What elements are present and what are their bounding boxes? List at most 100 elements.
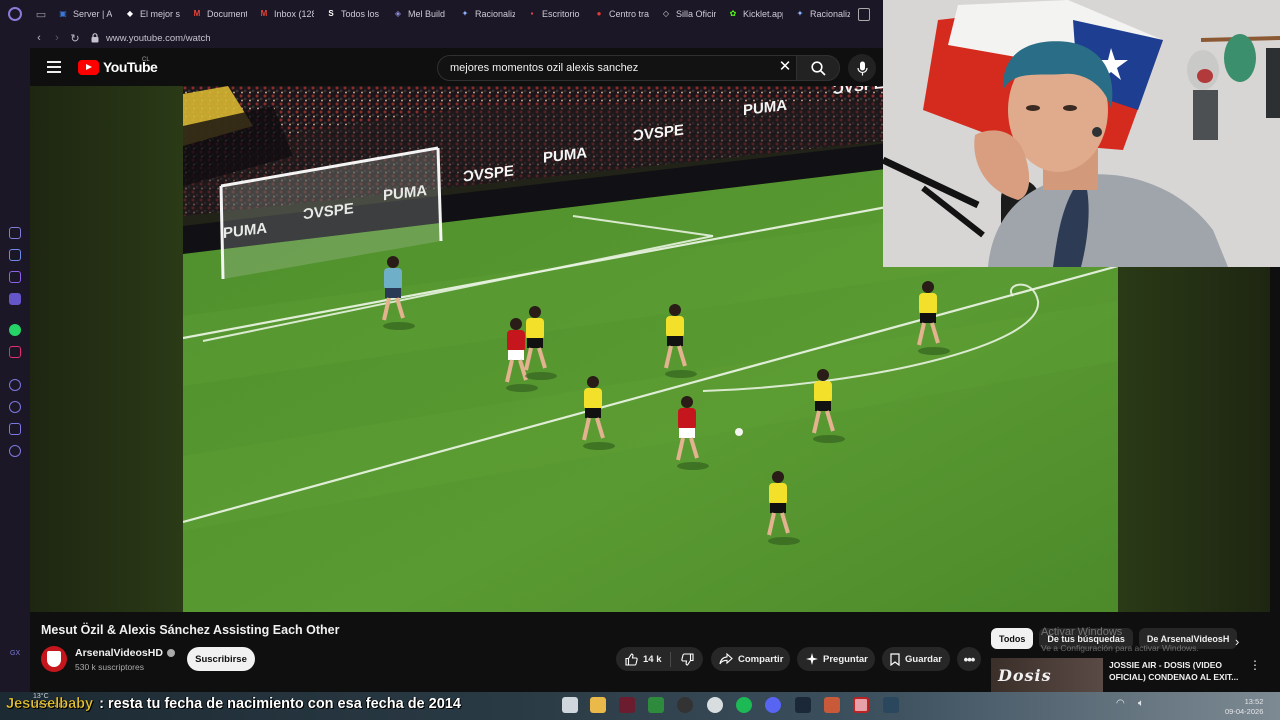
whatsapp-icon[interactable]	[9, 324, 21, 336]
dislike-button[interactable]	[671, 652, 703, 666]
search-input-value: mejores momentos ozil alexis sanchez	[450, 62, 639, 74]
discord-icon[interactable]	[9, 271, 21, 283]
opera-gx-logo-icon[interactable]	[0, 0, 30, 28]
tab-favicon-icon: ✿	[729, 9, 737, 18]
video-blur-left	[30, 86, 183, 612]
back-icon[interactable]: ‹	[30, 28, 48, 48]
channel-name[interactable]: ArsenalVideosHD	[75, 647, 175, 659]
voice-search-button[interactable]	[848, 54, 876, 82]
ask-label: Preguntar	[823, 653, 868, 665]
browser-tab[interactable]: ✦ Racionaliz	[789, 0, 856, 28]
browser-tab[interactable]: ▣ Server | A	[52, 0, 119, 28]
tab-favicon-icon: ◈	[394, 9, 402, 18]
tab-favicon-icon: S	[328, 9, 334, 18]
taskview-icon[interactable]	[562, 697, 578, 713]
address-bar: ‹ › ↻ www.youtube.com/watch	[0, 28, 883, 48]
search-button[interactable]	[796, 55, 840, 81]
chevron-right-icon[interactable]: ›	[1235, 634, 1239, 649]
like-dislike-group: 14 k	[616, 647, 703, 671]
steam-2-icon[interactable]	[883, 697, 899, 713]
share-button[interactable]: Compartir	[711, 647, 790, 671]
browser-tab[interactable]: ◇ Silla Oficir	[655, 0, 722, 28]
opera-icon[interactable]	[853, 697, 869, 713]
tab-favicon-icon: M	[260, 9, 268, 18]
chip-todos[interactable]: Todos	[991, 628, 1034, 649]
browser-tab[interactable]: ◆ El mejor s	[119, 0, 186, 28]
browser-tab[interactable]: S Todos los	[320, 0, 387, 28]
subscribe-button[interactable]: Suscribirse	[187, 647, 255, 671]
browser-tab[interactable]: ✦ Racionaliz	[454, 0, 521, 28]
workspaces-icon[interactable]: ▭	[30, 0, 52, 28]
tab-label: Todos los	[341, 9, 380, 19]
new-tab-icon[interactable]	[858, 7, 870, 21]
app-icon[interactable]	[677, 697, 693, 713]
music-player-icon[interactable]	[9, 379, 21, 391]
xbox-icon[interactable]	[648, 697, 664, 713]
share-label: Compartir	[738, 653, 784, 665]
channel-avatar[interactable]	[41, 646, 67, 672]
tab-favicon-icon: ◇	[662, 9, 670, 18]
twitch-icon[interactable]	[9, 249, 21, 261]
like-button[interactable]: 14 k	[616, 652, 670, 666]
verified-icon	[166, 649, 175, 657]
instagram-icon[interactable]	[9, 346, 21, 358]
tab-favicon-icon: ▪	[530, 9, 534, 18]
tab-label: Racionaliz	[475, 9, 515, 19]
browser-tab[interactable]: ● Centro tra	[588, 0, 655, 28]
tab-label: El mejor s	[140, 9, 180, 19]
tab-label: Server | A	[73, 9, 113, 19]
subscriber-count: 530 k suscriptores	[75, 662, 144, 672]
clear-search-icon[interactable]: ✕	[776, 58, 794, 76]
screen: ▭ ▣ Server | A ◆ El mejor s M Document M Inbox …	[0, 0, 1280, 720]
youtube-play-icon	[78, 59, 99, 75]
extensions-icon[interactable]	[9, 423, 21, 435]
settings-gear-icon[interactable]	[9, 445, 21, 457]
browser-tab[interactable]: ✿ Kicklet.app	[722, 0, 789, 28]
tab-label: Document	[207, 9, 247, 19]
game-icon[interactable]	[824, 697, 840, 713]
spotify-icon[interactable]	[736, 697, 752, 713]
browser-tab[interactable]: M Inbox (128	[253, 0, 320, 28]
opera-gx-taskbar-icon[interactable]	[619, 697, 635, 713]
steam-icon[interactable]	[795, 697, 811, 713]
reload-icon[interactable]: ↻	[66, 28, 84, 48]
wifi-icon[interactable]: ◠	[1116, 698, 1125, 709]
browser-sidebar: GX	[0, 28, 30, 692]
player-icon[interactable]	[9, 227, 21, 239]
youtube-header: YouTube CL mejores momentos ozil alexis …	[30, 48, 883, 86]
tab-label: Mel Build	[408, 9, 446, 19]
obs-icon[interactable]	[707, 697, 723, 713]
microphone-icon	[856, 61, 868, 75]
clock-time: 13:52	[1244, 697, 1264, 706]
hamburger-menu-icon[interactable]	[47, 61, 61, 73]
search-input[interactable]: mejores momentos ozil alexis sanchez	[437, 55, 827, 81]
more-vertical-icon[interactable]: ⋮	[1249, 658, 1261, 672]
browser-tab[interactable]: ▪ Escritorio	[521, 0, 588, 28]
browser-tab-bar: ▭ ▣ Server | A ◆ El mejor s M Document M Inbox …	[0, 0, 883, 28]
bookmark-icon	[890, 652, 900, 666]
history-icon[interactable]	[9, 401, 21, 413]
streamer-webcam	[883, 0, 1280, 267]
more-actions-button[interactable]: •••	[957, 647, 981, 671]
system-clock[interactable]: 13:52 09-04-2026	[1225, 697, 1263, 717]
chat-message: : resta tu fecha de nacimiento con esa f…	[99, 696, 461, 712]
save-label: Guardar	[905, 653, 942, 665]
discord-taskbar-icon[interactable]	[765, 697, 781, 713]
recommendation-thumbnail[interactable]: Dosis	[991, 658, 1103, 692]
messenger-icon[interactable]	[9, 293, 21, 305]
lock-icon	[84, 33, 106, 43]
browser-tab[interactable]: M Document	[186, 0, 253, 28]
ask-button[interactable]: Preguntar	[797, 647, 875, 671]
channel-name-text: ArsenalVideosHD	[75, 647, 163, 659]
tab-label: Silla Oficir	[676, 9, 716, 19]
file-explorer-icon[interactable]	[590, 697, 606, 713]
recommendation-title[interactable]: JOSSIE AIR - DOSIS (VIDEO OFICIAL) CONDE…	[1109, 659, 1245, 683]
save-button[interactable]: Guardar	[882, 647, 950, 671]
forward-icon[interactable]: ›	[48, 28, 66, 48]
gx-label: GX	[10, 650, 21, 657]
volume-icon[interactable]: 🔈︎	[1138, 698, 1144, 709]
url-text[interactable]: www.youtube.com/watch	[106, 33, 211, 44]
tab-favicon-icon: ✦	[461, 9, 469, 18]
browser-tab[interactable]: ◈ Mel Build	[387, 0, 454, 28]
thumbs-down-icon	[680, 652, 694, 666]
